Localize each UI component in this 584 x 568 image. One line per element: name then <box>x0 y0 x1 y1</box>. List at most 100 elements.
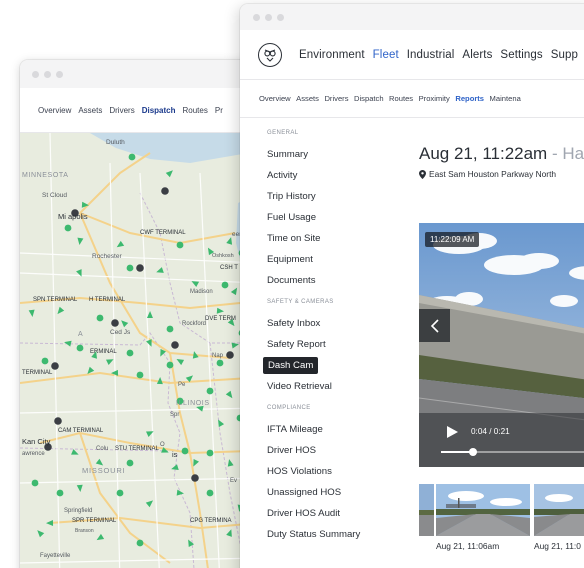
map-label-illinois: ILLINOIS <box>176 400 210 407</box>
window-dot-zoom[interactable] <box>56 70 63 78</box>
vehicle-marker-dot[interactable] <box>56 489 64 497</box>
terminal-marker[interactable] <box>136 264 144 272</box>
thumbnail-partial[interactable] <box>419 484 434 536</box>
map-tab-drivers[interactable]: Drivers <box>109 106 134 115</box>
sidebar-item-duty-status-summary[interactable]: Duty Status Summary <box>267 524 387 545</box>
sidebar-item-trip-history[interactable]: Trip History <box>267 186 387 207</box>
subnav-assets[interactable]: Assets <box>296 94 319 103</box>
nav-settings[interactable]: Settings <box>500 49 542 61</box>
sidebar-item-ifta-mileage[interactable]: IFTA Mileage <box>267 419 387 440</box>
thumbnail-2[interactable] <box>534 484 584 536</box>
window-dot-close[interactable] <box>32 70 39 78</box>
video-progress-track[interactable] <box>441 448 584 456</box>
map-pin-icon <box>419 169 426 179</box>
vehicle-marker-dot[interactable] <box>31 479 39 487</box>
dash-cam-video-player[interactable]: 11:22:09 AM 0:04 / 0:21 <box>419 223 584 467</box>
chevron-left-icon <box>430 318 439 333</box>
sidebar-item-unassigned-hos[interactable]: Unassigned HOS <box>267 482 387 503</box>
sidebar-item-video-retrieval[interactable]: Video Retrieval <box>267 376 387 397</box>
vehicle-marker-dot[interactable] <box>136 539 144 547</box>
map-label-minnesota: MINNESOTA <box>22 172 69 179</box>
thumbnail-1[interactable] <box>436 484 530 536</box>
vehicle-marker-dot[interactable] <box>216 359 224 367</box>
map-label-minneapolis: Mi apolis <box>58 212 88 221</box>
subnav-proximity[interactable]: Proximity <box>419 94 450 103</box>
sidebar-item-time-on-site[interactable]: Time on Site <box>267 228 387 249</box>
vehicle-marker-dot[interactable] <box>76 344 84 352</box>
vehicle-marker-dot[interactable] <box>176 241 184 249</box>
nav-industrial[interactable]: Industrial <box>407 49 455 61</box>
map-label-missouri: MISSOURI <box>82 466 126 475</box>
vehicle-marker-dot[interactable] <box>206 387 214 395</box>
nav-fleet[interactable]: Fleet <box>373 49 399 61</box>
vehicle-marker-dot[interactable] <box>126 459 134 467</box>
map-label-rochester: Rochester <box>92 253 122 260</box>
sidebar-item-safety-inbox[interactable]: Safety Inbox <box>267 313 387 334</box>
terminal-marker[interactable] <box>54 417 62 425</box>
window-dot-minimize[interactable] <box>44 70 51 78</box>
map-tab-proximity[interactable]: Pr <box>215 106 223 115</box>
nav-alerts[interactable]: Alerts <box>462 49 492 61</box>
nav-environment[interactable]: Environment <box>299 49 365 61</box>
subnav-dispatch[interactable]: Dispatch <box>354 94 384 103</box>
subnav-drivers[interactable]: Drivers <box>324 94 348 103</box>
vehicle-marker-dot[interactable] <box>41 357 49 365</box>
nav-support[interactable]: Supp <box>551 49 578 61</box>
owl-logo-icon[interactable] <box>258 42 282 67</box>
subnav-overview[interactable]: Overview <box>259 94 291 103</box>
vehicle-marker-dot[interactable] <box>96 314 104 322</box>
map-label-ev: Ev <box>230 478 237 484</box>
event-location: East Sam Houston Parkway North <box>419 169 584 179</box>
map-tab-routes[interactable]: Routes <box>183 106 208 115</box>
vehicle-marker-dot[interactable] <box>166 361 174 369</box>
terminal-marker[interactable] <box>111 319 119 327</box>
map-label-cedar: Ced Js <box>110 329 131 336</box>
sidebar-item-activity[interactable]: Activity <box>267 165 387 186</box>
map-label-spr-terminal: SPR TERMINAL <box>72 518 117 524</box>
vehicle-marker-dot[interactable] <box>126 264 134 272</box>
map-tab-assets[interactable]: Assets <box>78 106 102 115</box>
window-dot-zoom[interactable] <box>277 13 284 21</box>
sidebar-item-equipment[interactable]: Equipment <box>267 249 387 270</box>
sidebar-item-dash-cam[interactable]: Dash Cam <box>263 357 319 374</box>
sidebar-item-safety-report[interactable]: Safety Report <box>267 334 387 355</box>
top-navigation: Environment Fleet Industrial Alerts Sett… <box>240 30 584 80</box>
subnav-routes[interactable]: Routes <box>389 94 413 103</box>
sidebar-item-driver-hos[interactable]: Driver HOS <box>267 440 387 461</box>
sidebar-item-summary[interactable]: Summary <box>267 144 387 165</box>
vehicle-marker-dot[interactable] <box>116 489 124 497</box>
vehicle-marker-dot[interactable] <box>64 224 72 232</box>
map-label-ia: A <box>78 331 83 338</box>
sidebar-item-hos-violations[interactable]: HOS Violations <box>267 461 387 482</box>
window-dot-minimize[interactable] <box>265 13 272 21</box>
terminal-marker[interactable] <box>171 341 179 349</box>
map-label-cpg-terminal: CPG TERMINA <box>190 518 232 524</box>
vehicle-marker-dot[interactable] <box>206 449 214 457</box>
terminal-marker[interactable] <box>51 362 59 370</box>
map-label-h-terminal: H TERMINAL <box>89 297 126 303</box>
vehicle-marker-dot[interactable] <box>166 325 174 333</box>
previous-frame-button[interactable] <box>419 309 450 342</box>
window-dot-close[interactable] <box>253 13 260 21</box>
event-title: Aug 21, 11:22am - Har <box>419 144 584 164</box>
terminal-marker[interactable] <box>191 474 199 482</box>
terminal-marker[interactable] <box>226 351 234 359</box>
vehicle-marker-dot[interactable] <box>136 371 144 379</box>
map-label-dve-terminal: DVE TERM <box>205 316 236 322</box>
vehicle-marker-dot[interactable] <box>128 153 136 161</box>
sidebar-item-fuel-usage[interactable]: Fuel Usage <box>267 207 387 228</box>
subnav-maintenance[interactable]: Maintena <box>490 94 521 103</box>
map-tab-dispatch[interactable]: Dispatch <box>142 106 176 115</box>
map-label-fayetteville: Fayetteville <box>40 553 71 559</box>
vehicle-marker-dot[interactable] <box>206 489 214 497</box>
vehicle-marker-dot[interactable] <box>126 349 134 357</box>
sidebar-item-documents[interactable]: Documents <box>267 270 387 291</box>
subnav-reports[interactable]: Reports <box>455 94 484 103</box>
play-icon[interactable] <box>445 425 459 439</box>
vehicle-marker-dot[interactable] <box>181 447 189 455</box>
sidebar-item-driver-hos-audit[interactable]: Driver HOS Audit <box>267 503 387 524</box>
terminal-marker[interactable] <box>161 187 169 195</box>
fleet-map[interactable]: Duluth MINNESOTA St Cloud Mi apolis CWF … <box>20 133 260 568</box>
map-tab-overview[interactable]: Overview <box>38 106 71 115</box>
vehicle-marker-dot[interactable] <box>221 281 229 289</box>
